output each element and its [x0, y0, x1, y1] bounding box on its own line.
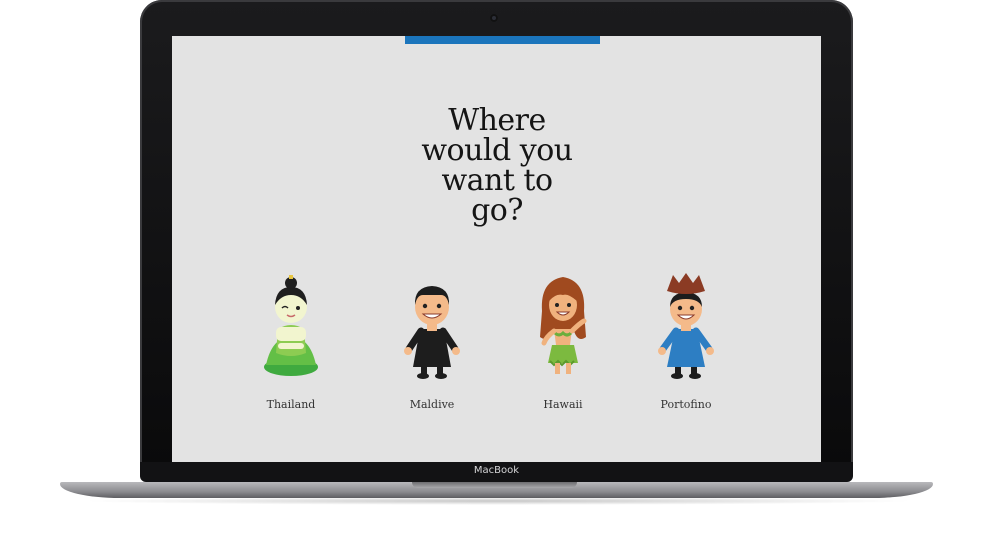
destination-hawaii[interactable]: Hawaii — [503, 271, 623, 411]
laptop-base — [60, 482, 933, 498]
heading-line: go? — [471, 193, 523, 228]
brand-label: MacBook — [473, 465, 520, 476]
destination-thailand[interactable]: Thailand — [231, 271, 351, 411]
thai-dancer-icon — [264, 275, 318, 376]
destination-label: Portofino — [660, 398, 712, 411]
laptop-shadow — [80, 497, 916, 505]
destination-label: Thailand — [266, 398, 316, 411]
destination-portofino[interactable]: Portofino — [626, 271, 746, 411]
laptop-screen: Where would you want to go? Thailand Mal… — [172, 36, 821, 462]
page-heading: Where would you want to go? — [372, 106, 622, 226]
laptop-notch — [412, 482, 577, 488]
destination-maldive[interactable]: Maldive — [372, 271, 492, 411]
man-in-blue-coat-icon — [658, 273, 714, 379]
hula-girl-icon — [540, 277, 587, 374]
camera-icon — [490, 14, 498, 22]
laptop-bezel-bottom: MacBook — [140, 462, 853, 482]
man-in-black-robe-icon — [404, 286, 460, 379]
top-accent-bar — [405, 36, 600, 44]
destination-label: Hawaii — [543, 398, 583, 411]
destination-label: Maldive — [409, 398, 455, 411]
